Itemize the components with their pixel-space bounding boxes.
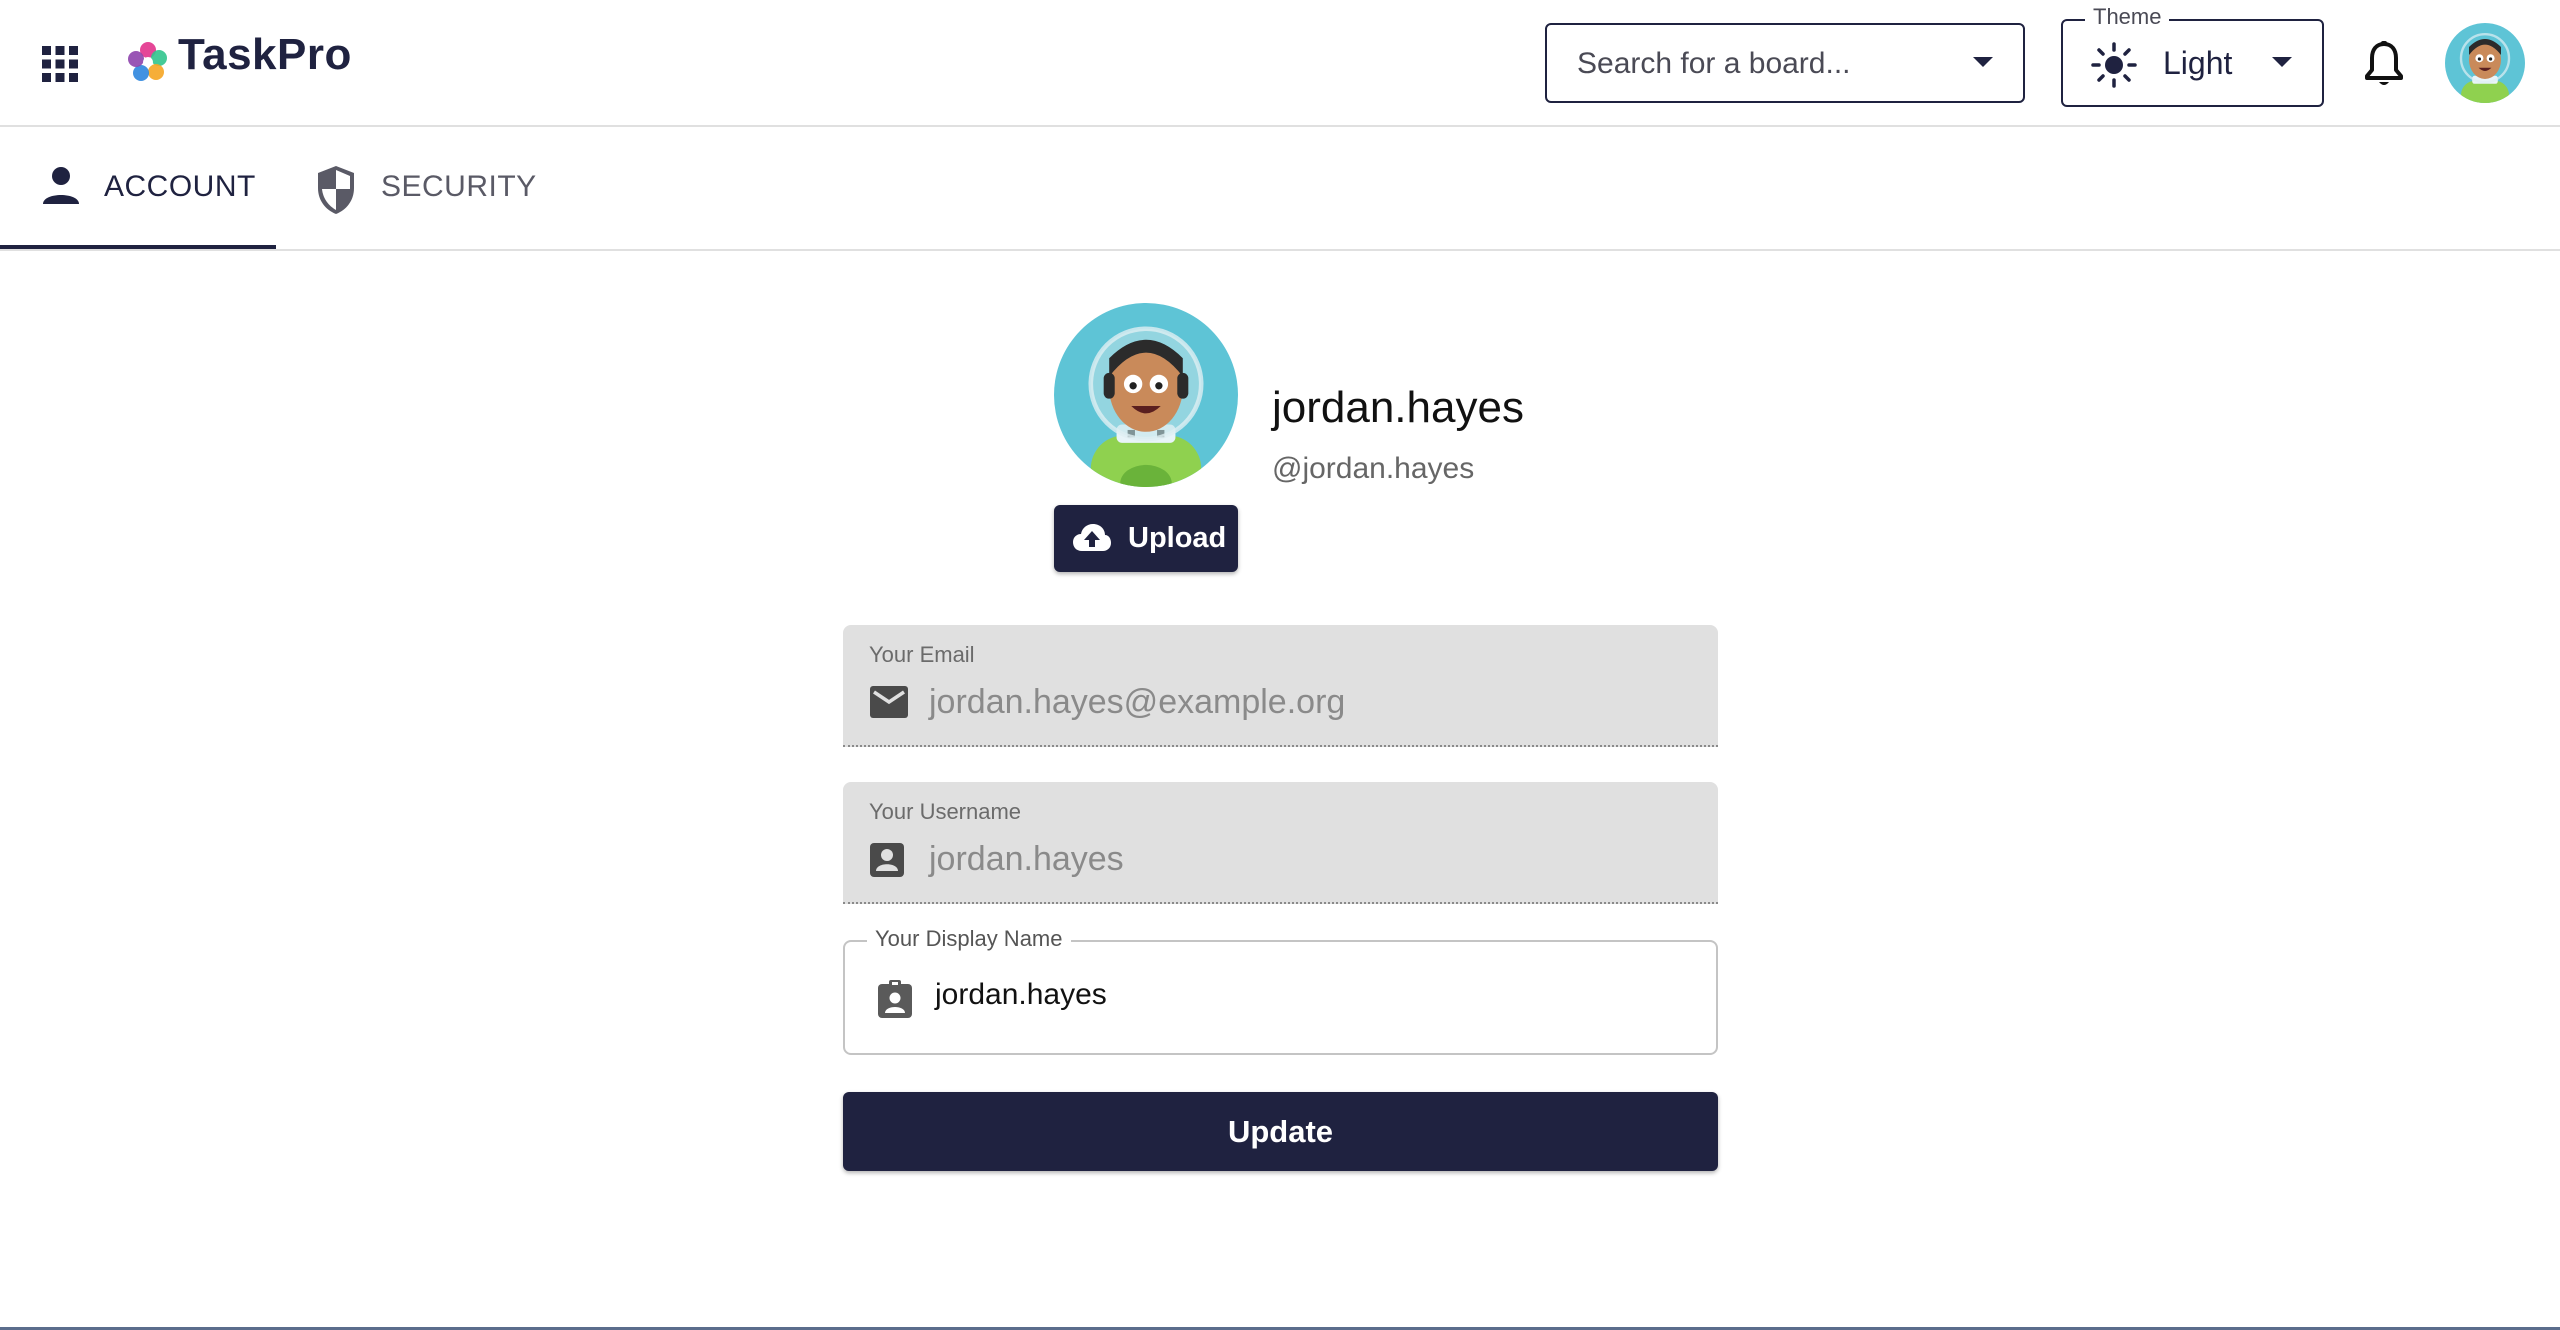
top-app-bar: TaskPro Search for a board... Theme Ligh…	[0, 0, 2560, 127]
cloud-upload-icon	[1072, 523, 1112, 553]
profile-avatar	[1054, 303, 1238, 487]
upload-button-label: Upload	[1128, 522, 1227, 554]
username-field-value: jordan.hayes	[929, 840, 1124, 878]
upload-avatar-button[interactable]: Upload	[1054, 505, 1238, 572]
username-field: Your Username jordan.hayes	[843, 782, 1718, 904]
settings-tabs: ACCOUNT SECURITY	[0, 127, 2560, 251]
tab-security[interactable]: SECURITY	[300, 127, 540, 249]
display-name-field-label: Your Display Name	[867, 926, 1071, 952]
update-button[interactable]: Update	[843, 1092, 1718, 1171]
profile-display-name: jordan.hayes	[1272, 383, 1524, 432]
board-search-placeholder: Search for a board...	[1577, 47, 1851, 80]
email-field-label: Your Email	[869, 642, 975, 667]
notifications-bell-icon[interactable]	[2364, 40, 2404, 88]
display-name-field[interactable]: Your Display Name jordan.hayes	[843, 926, 1718, 1055]
user-avatar[interactable]	[2445, 23, 2525, 103]
taskpro-logo-icon[interactable]	[124, 38, 172, 86]
chevron-down-icon	[2270, 55, 2294, 69]
theme-select[interactable]: Theme Light	[2061, 4, 2324, 107]
mail-icon	[869, 685, 909, 719]
tab-security-label: SECURITY	[381, 170, 537, 203]
person-icon	[40, 164, 82, 206]
tab-account[interactable]: ACCOUNT	[0, 127, 276, 249]
email-field-value: jordan.hayes@example.org	[929, 683, 1346, 721]
theme-value: Light	[2163, 45, 2233, 81]
chevron-down-icon	[1971, 55, 1995, 69]
account-box-icon	[869, 842, 905, 878]
username-field-label: Your Username	[869, 799, 1022, 824]
profile-handle: @jordan.hayes	[1272, 452, 1475, 485]
apps-grid-icon[interactable]	[40, 44, 80, 84]
tab-account-label: ACCOUNT	[104, 170, 256, 203]
badge-icon	[877, 979, 913, 1019]
update-button-label: Update	[1227, 1114, 1334, 1149]
display-name-field-value[interactable]: jordan.hayes	[935, 978, 1107, 1012]
theme-label: Theme	[2085, 4, 2170, 30]
sun-icon	[2091, 42, 2137, 88]
email-field: Your Email jordan.hayes@example.org	[843, 625, 1718, 747]
app-name[interactable]: TaskPro	[178, 30, 352, 80]
board-search-select[interactable]: Search for a board...	[1545, 23, 2025, 103]
shield-icon	[314, 164, 358, 216]
